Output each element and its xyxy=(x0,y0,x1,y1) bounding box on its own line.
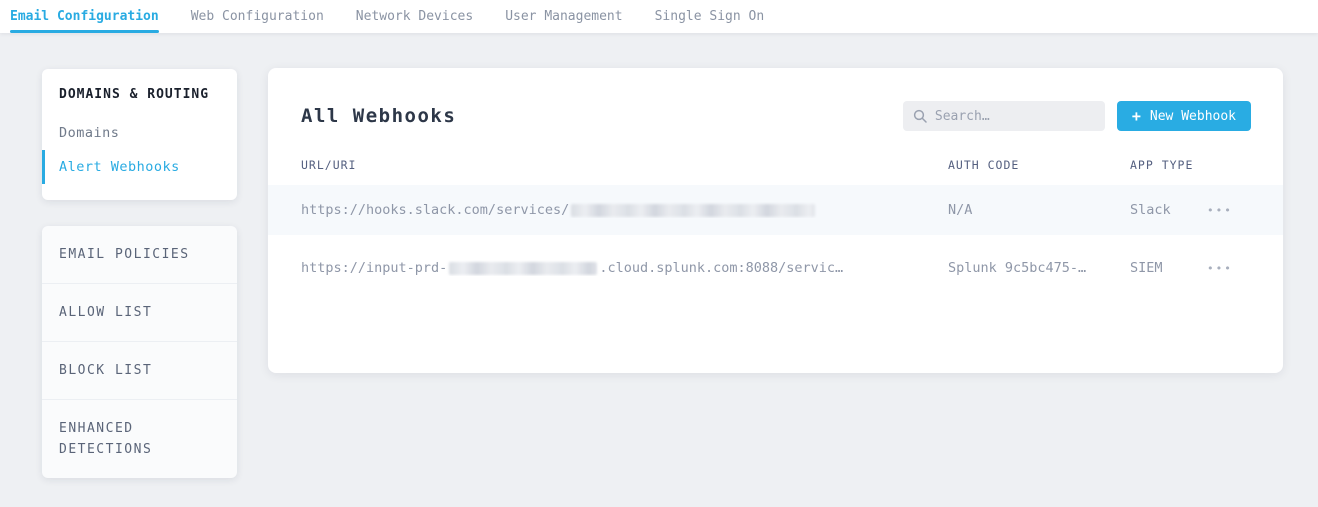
new-webhook-button[interactable]: + New Webhook xyxy=(1117,101,1251,131)
domains-routing-card: DOMAINS & ROUTING Domains Alert Webhooks xyxy=(42,69,237,200)
tab-single-sign-on[interactable]: Single Sign On xyxy=(655,0,765,33)
row-menu-icon[interactable]: ••• xyxy=(1207,204,1250,217)
url-cell: https://hooks.slack.com/services/ xyxy=(301,202,948,218)
url-suffix: .cloud.splunk.com:8088/servic… xyxy=(599,260,843,276)
plus-icon: + xyxy=(1132,107,1141,125)
webhooks-table: URL/URI AUTH CODE APP TYPE https://hooks… xyxy=(268,158,1283,293)
redacted-blur xyxy=(571,204,815,217)
url-cell: https://input-prd- .cloud.splunk.com:8088… xyxy=(301,260,948,276)
column-header-app-type: APP TYPE xyxy=(1130,158,1207,172)
row-menu-icon[interactable]: ••• xyxy=(1207,262,1250,275)
sidebar-item-label: ENHANCED DETECTIONS xyxy=(59,421,152,457)
tab-email-configuration[interactable]: Email Configuration xyxy=(10,0,159,33)
page-title: All Webhooks xyxy=(301,105,456,127)
app-type-cell: SIEM xyxy=(1130,260,1207,276)
sidebar-item-label: EMAIL POLICIES xyxy=(59,247,190,262)
search-icon xyxy=(913,109,927,123)
column-header-url: URL/URI xyxy=(301,158,948,172)
sidebar-item-allow-list[interactable]: ALLOW LIST xyxy=(42,284,237,342)
sidebar-item-email-policies[interactable]: EMAIL POLICIES xyxy=(42,226,237,284)
webhooks-panel: All Webhooks + New Webhook URL/URI AUTH … xyxy=(268,68,1283,373)
tab-user-management[interactable]: User Management xyxy=(505,0,622,33)
active-tab-indicator xyxy=(10,30,159,33)
tab-label: Web Configuration xyxy=(191,9,324,24)
tab-label: Single Sign On xyxy=(655,9,765,24)
auth-code-cell: Splunk 9c5bc475-… xyxy=(948,260,1130,276)
domains-routing-header: DOMAINS & ROUTING xyxy=(42,87,237,116)
sidebar-item-label: ALLOW LIST xyxy=(59,305,152,320)
tab-network-devices[interactable]: Network Devices xyxy=(356,0,473,33)
sidebar-item-domains[interactable]: Domains xyxy=(42,116,237,150)
column-header-auth-code: AUTH CODE xyxy=(948,158,1130,172)
search-input[interactable] xyxy=(935,109,1095,124)
header-controls: + New Webhook xyxy=(903,101,1251,131)
search-box[interactable] xyxy=(903,101,1105,131)
sidebar-item-label: Alert Webhooks xyxy=(59,159,180,175)
url-prefix: https://hooks.slack.com/services/ xyxy=(301,202,569,218)
table-row: https://hooks.slack.com/services/ N/A Sl… xyxy=(268,185,1283,235)
app-type-cell: Slack xyxy=(1130,202,1207,218)
tab-label: Email Configuration xyxy=(10,9,159,24)
tab-label: Network Devices xyxy=(356,9,473,24)
auth-code-cell: N/A xyxy=(948,202,1130,218)
sidebar-item-label: Domains xyxy=(59,125,119,141)
table-header-row: URL/URI AUTH CODE APP TYPE xyxy=(268,158,1283,185)
url-prefix: https://input-prd- xyxy=(301,260,447,276)
tab-label: User Management xyxy=(505,9,622,24)
sidebar-item-enhanced-detections[interactable]: ENHANCED DETECTIONS xyxy=(42,400,237,478)
sidebar-item-alert-webhooks[interactable]: Alert Webhooks xyxy=(42,150,237,184)
new-webhook-label: New Webhook xyxy=(1150,109,1236,124)
policy-sections-card: EMAIL POLICIES ALLOW LIST BLOCK LIST ENH… xyxy=(42,226,237,478)
tab-web-configuration[interactable]: Web Configuration xyxy=(191,0,324,33)
table-row: https://input-prd- .cloud.splunk.com:8088… xyxy=(268,243,1283,293)
panel-header: All Webhooks + New Webhook xyxy=(268,68,1283,131)
top-tab-bar: Email Configuration Web Configuration Ne… xyxy=(0,0,1318,33)
sidebar-item-label: BLOCK LIST xyxy=(59,363,152,378)
redacted-blur xyxy=(449,262,597,275)
sidebar-item-block-list[interactable]: BLOCK LIST xyxy=(42,342,237,400)
